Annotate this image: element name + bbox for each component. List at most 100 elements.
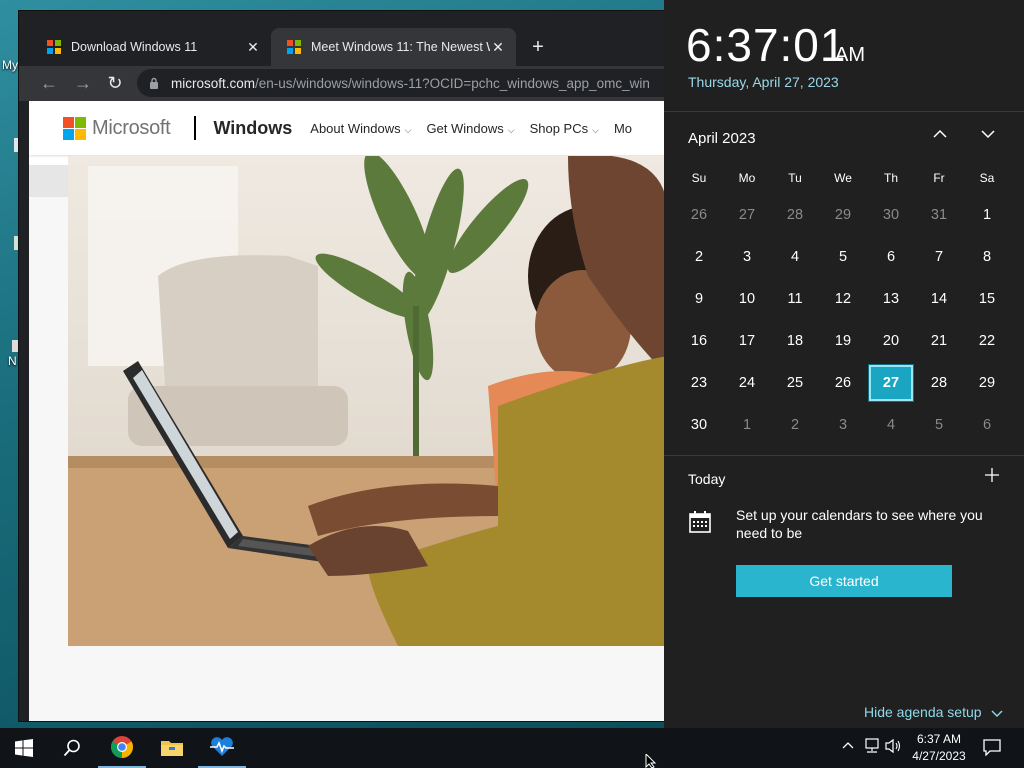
nav-label: About Windows bbox=[310, 120, 401, 136]
calendar-day[interactable]: 29 bbox=[965, 365, 1009, 401]
calendar-day[interactable]: 27 bbox=[725, 197, 769, 233]
calendar-day[interactable]: 6 bbox=[965, 407, 1009, 443]
close-tab-icon[interactable]: ✕ bbox=[245, 39, 261, 55]
tab-download-windows-11[interactable]: Download Windows 11 ✕ bbox=[31, 28, 271, 66]
calendar-day[interactable]: 6 bbox=[869, 239, 913, 275]
url-path: /en-us/windows/windows-11?OCID=pchc_wind… bbox=[255, 75, 650, 91]
nav-label: Mo bbox=[613, 120, 633, 136]
close-tab-icon[interactable]: ✕ bbox=[490, 39, 506, 55]
volume-button[interactable] bbox=[884, 738, 904, 758]
add-event-button[interactable] bbox=[982, 466, 1002, 486]
chrome-taskbar-button[interactable] bbox=[98, 728, 146, 768]
windows-logo-icon bbox=[15, 739, 33, 757]
nav-more[interactable]: Mo bbox=[614, 121, 632, 136]
desktop-icon-label[interactable]: N bbox=[8, 354, 17, 368]
hide-agenda-link[interactable]: Hide agenda setup bbox=[864, 704, 1003, 720]
calendar-day[interactable]: 18 bbox=[773, 323, 817, 359]
calendar-day[interactable]: 22 bbox=[965, 323, 1009, 359]
nav-shop-pcs[interactable]: Shop PCs ⌵ bbox=[530, 121, 599, 136]
notification-icon bbox=[983, 739, 1001, 757]
back-button[interactable]: ← bbox=[37, 71, 61, 95]
weekday-label: Sa bbox=[979, 171, 995, 185]
nav-label: Get Windows bbox=[426, 120, 504, 136]
get-started-button[interactable]: Get started bbox=[736, 565, 952, 597]
folder-icon bbox=[161, 741, 183, 756]
calendar-day[interactable]: 26 bbox=[677, 197, 721, 233]
calendar-day[interactable]: 1 bbox=[725, 407, 769, 443]
weekday-label: Mo bbox=[738, 171, 756, 185]
nav-about-windows[interactable]: About Windows ⌵ bbox=[310, 121, 411, 136]
brand-name: Microsoft bbox=[92, 116, 171, 139]
search-button[interactable] bbox=[48, 728, 96, 768]
calendar-day[interactable]: 19 bbox=[821, 323, 865, 359]
calendar-day[interactable]: 5 bbox=[821, 239, 865, 275]
chevron-down-icon: ⌵ bbox=[592, 124, 599, 135]
divider bbox=[664, 455, 1024, 456]
chrome-icon bbox=[111, 736, 133, 758]
mouse-cursor-icon bbox=[645, 754, 657, 768]
calendar-day[interactable]: 2 bbox=[773, 407, 817, 443]
divider bbox=[664, 111, 1024, 112]
calendar-day[interactable]: 25 bbox=[773, 365, 817, 401]
divider bbox=[194, 116, 197, 140]
calendar-day[interactable]: 4 bbox=[869, 407, 913, 443]
calendar-day[interactable]: 20 bbox=[869, 323, 913, 359]
calendar-day[interactable]: 13 bbox=[869, 281, 913, 317]
calendar-day[interactable]: 23 bbox=[677, 365, 721, 401]
hero-photo bbox=[68, 156, 667, 646]
taskbar-time: 6:37 AM bbox=[916, 732, 962, 746]
file-explorer-button[interactable] bbox=[148, 728, 196, 768]
today-heading: Today bbox=[688, 471, 726, 487]
product-link[interactable]: Windows bbox=[213, 118, 292, 139]
calendar-day[interactable]: 24 bbox=[725, 365, 769, 401]
nav-get-windows[interactable]: Get Windows ⌵ bbox=[426, 121, 514, 136]
calendar-day[interactable]: 14 bbox=[917, 281, 961, 317]
calendar-day[interactable]: 7 bbox=[917, 239, 961, 275]
network-button[interactable] bbox=[862, 738, 882, 758]
calendar-day[interactable]: 3 bbox=[821, 407, 865, 443]
previous-month-button[interactable] bbox=[928, 126, 952, 150]
calendar-day[interactable]: 21 bbox=[917, 323, 961, 359]
calendar-day[interactable]: 28 bbox=[917, 365, 961, 401]
desktop-icon-label[interactable]: My bbox=[2, 58, 18, 72]
calendar-day[interactable]: 16 bbox=[677, 323, 721, 359]
next-month-button[interactable] bbox=[976, 126, 1000, 150]
forward-button[interactable]: → bbox=[71, 71, 95, 95]
show-hidden-icons-button[interactable] bbox=[838, 738, 858, 758]
calendar-day[interactable]: 2 bbox=[677, 239, 721, 275]
calendar-day[interactable]: 4 bbox=[773, 239, 817, 275]
calendar-day-today[interactable]: 27 bbox=[868, 364, 914, 402]
taskbar-clock[interactable]: 6:37 AM 4/27/2023 bbox=[912, 731, 966, 765]
calendar-day[interactable]: 30 bbox=[869, 197, 913, 233]
calendar-day[interactable]: 26 bbox=[821, 365, 865, 401]
calendar-day[interactable]: 29 bbox=[821, 197, 865, 233]
new-tab-button[interactable]: + bbox=[527, 37, 549, 59]
browser-window: Download Windows 11 ✕ Meet Windows 11: T… bbox=[18, 10, 668, 722]
health-app-button[interactable] bbox=[198, 728, 246, 768]
chevron-up-icon bbox=[842, 742, 854, 749]
calendar-day[interactable]: 5 bbox=[917, 407, 961, 443]
action-center-button[interactable] bbox=[982, 738, 1002, 758]
calendar-day[interactable]: 28 bbox=[773, 197, 817, 233]
site-header: Microsoft Windows About Windows ⌵ Get Win… bbox=[29, 101, 667, 155]
calendar-day[interactable]: 17 bbox=[725, 323, 769, 359]
calendar-day[interactable]: 12 bbox=[821, 281, 865, 317]
reload-button[interactable]: ↻ bbox=[103, 71, 127, 95]
calendar-day[interactable]: 8 bbox=[965, 239, 1009, 275]
calendar-day[interactable]: 3 bbox=[725, 239, 769, 275]
calendar-day[interactable]: 9 bbox=[677, 281, 721, 317]
calendar-day[interactable]: 10 bbox=[725, 281, 769, 317]
calendar-day[interactable]: 11 bbox=[773, 281, 817, 317]
calendar-day[interactable]: 31 bbox=[917, 197, 961, 233]
start-button[interactable] bbox=[0, 728, 48, 768]
calendar-day[interactable]: 30 bbox=[677, 407, 721, 443]
microsoft-brand[interactable]: Microsoft bbox=[63, 116, 171, 140]
long-date-link[interactable]: Thursday, April 27, 2023 bbox=[688, 74, 839, 90]
tab-meet-windows-11[interactable]: Meet Windows 11: The Newest W ✕ bbox=[271, 28, 516, 66]
calendar-day[interactable]: 1 bbox=[965, 197, 1009, 233]
weekday-label: Fr bbox=[933, 171, 945, 185]
address-bar[interactable]: microsoft.com/en-us/windows/windows-11?O… bbox=[137, 69, 667, 97]
month-label[interactable]: April 2023 bbox=[688, 130, 756, 147]
calendar-day[interactable]: 15 bbox=[965, 281, 1009, 317]
microsoft-logo-icon bbox=[63, 116, 86, 140]
